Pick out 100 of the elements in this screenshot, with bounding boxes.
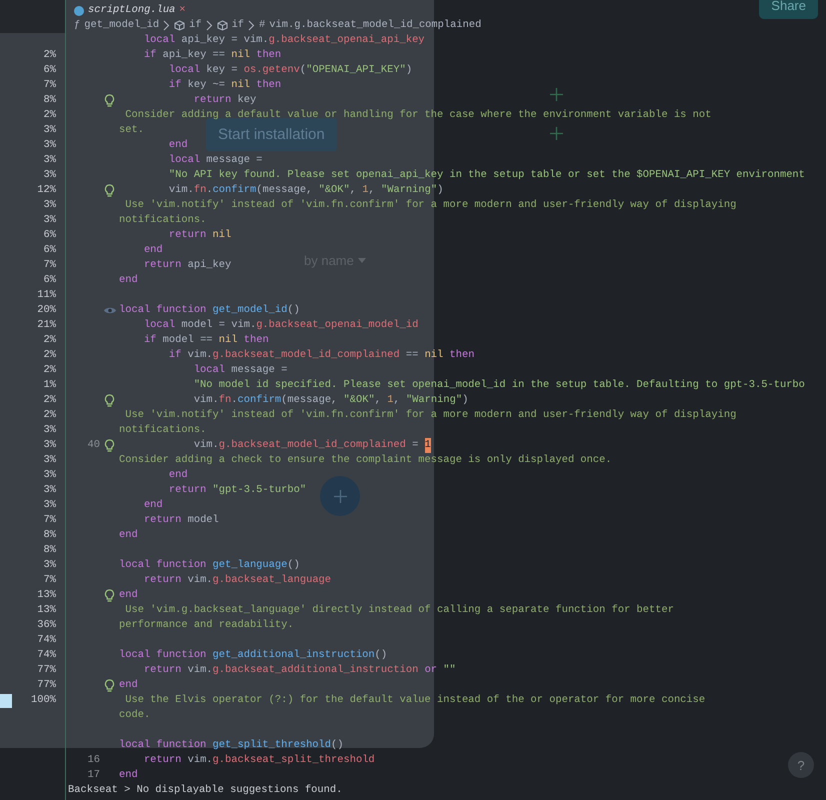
percentage: 3% — [44, 438, 56, 453]
percentage: 2% — [44, 108, 56, 123]
symbol-icon: # — [259, 18, 266, 33]
percentage: 3% — [44, 483, 56, 498]
percentage: 13% — [37, 588, 56, 603]
percentage: 13% — [37, 603, 56, 618]
percentage: 8% — [44, 528, 56, 543]
percentage: 6% — [44, 273, 56, 288]
code-line: if key ~= nil then — [168, 78, 282, 93]
code-line: local key = os.getenv("OPENAI_API_KEY") — [168, 63, 412, 78]
file-tab[interactable]: scriptLong.lua — [88, 3, 176, 18]
cube-icon — [216, 20, 228, 31]
percentage: 3% — [44, 468, 56, 483]
code-line: return vim.g.backseat_language — [142, 573, 332, 588]
percentage: 6% — [44, 228, 56, 243]
lightbulb-icon — [104, 94, 115, 108]
code-line: local function get_additional_instruction() — [119, 648, 388, 663]
code-line: vim.g.backseat_model_id_complained = 1 — [192, 438, 431, 453]
suggestion-text: Use the Elvis operator (?:) for the default value instead of the or operator for more concise — [124, 693, 706, 708]
chevron-icon — [248, 20, 256, 31]
code-line: if vim.g.backseat_model_id_complained == nil then — [168, 348, 474, 363]
suggestion-text: notifications. — [119, 423, 206, 438]
close-icon[interactable]: × — [179, 3, 186, 18]
percentage: 7% — [44, 513, 56, 528]
percentage: 77% — [37, 663, 56, 678]
percentage: 36% — [37, 618, 56, 633]
symbol-icon: ƒ — [74, 18, 80, 33]
percentage: 3% — [44, 498, 56, 513]
suggestion-text: Consider adding a check to ensure the complaint message is only displayed once. — [119, 453, 612, 468]
suggestion-text: Use 'vim.notify' instead of 'vim.fn.confirm' for a more modern and user-friendly way of displaying — [124, 198, 736, 213]
breadcrumb-item[interactable]: vim.g.backseat_model_id_complained — [269, 18, 482, 33]
cube-icon — [174, 20, 186, 31]
suggestion-text: set. — [119, 123, 144, 138]
percentage: 2% — [44, 348, 56, 363]
code-line: end — [119, 528, 138, 543]
percentage: 12% — [37, 183, 56, 198]
lightbulb-icon — [104, 184, 115, 198]
percentage: 21% — [37, 318, 56, 333]
breadcrumb-item[interactable]: if — [232, 18, 244, 33]
plus-icon — [550, 127, 563, 140]
percentage: 8% — [44, 543, 56, 558]
breadcrumb-item[interactable]: get_model_id — [84, 18, 160, 33]
percentage: 11% — [37, 288, 56, 303]
plus-icon — [334, 490, 346, 502]
percentage: 6% — [44, 63, 56, 78]
code-line: return api_key — [142, 258, 232, 273]
line-number: 16 — [86, 753, 100, 768]
code-line: return vim.g.backseat_split_threshold — [142, 753, 375, 768]
lightbulb-icon — [104, 394, 115, 408]
share-button[interactable]: Share — [759, 0, 818, 19]
header-background — [0, 0, 65, 33]
percentage: 3% — [44, 168, 56, 183]
code-line: local message = — [168, 153, 262, 168]
help-button[interactable]: ? — [788, 752, 814, 778]
code-line: end — [168, 138, 188, 153]
code-line: end — [142, 243, 163, 258]
code-line: end — [119, 273, 138, 288]
lightbulb-icon — [104, 438, 115, 452]
plus-icon — [550, 88, 563, 101]
percentage: 6% — [44, 243, 56, 258]
percentage: 3% — [44, 558, 56, 573]
chevron-icon — [163, 20, 170, 31]
percentage: 3% — [44, 453, 56, 468]
percentage: 74% — [37, 648, 56, 663]
eye-icon — [102, 306, 116, 315]
caret-icon — [358, 258, 366, 263]
percentage: 2% — [44, 408, 56, 423]
percentage: 3% — [44, 138, 56, 153]
code-line: if api_key == nil then — [142, 48, 282, 63]
suggestion-text: notifications. — [119, 213, 206, 228]
chevron-icon — [206, 20, 213, 31]
percentage: 74% — [37, 633, 56, 648]
percentage: 7% — [44, 258, 56, 273]
percentage: 2% — [44, 333, 56, 348]
code-line: local function get_language() — [119, 558, 300, 573]
percentage: 2% — [44, 393, 56, 408]
suggestion-text: performance and readability. — [119, 618, 294, 633]
suggestion-text: Use 'vim.notify' instead of 'vim.fn.confirm' for a more modern and user-friendly way of displaying — [124, 408, 736, 423]
percentage: 100% — [31, 693, 56, 708]
percentage: 3% — [44, 198, 56, 213]
code-line: vim.fn.confirm(message, "&OK", 1, "Warning") — [192, 393, 468, 408]
percentage: 1% — [44, 378, 56, 393]
code-line: end — [119, 588, 138, 603]
code-line: local api_key = vim.g.backseat_openai_api_key — [142, 33, 425, 48]
lightbulb-icon — [104, 588, 115, 602]
code-line: return key — [192, 93, 256, 108]
code-line: local function get_split_threshold() — [119, 738, 344, 753]
code-line: "No model id specified. Please set openai_model_id in the setup table. Defaulting to gpt-3.5-turbo — [192, 378, 805, 393]
code-line: return "gpt-3.5-turbo" — [168, 483, 306, 498]
percentage: 2% — [44, 48, 56, 63]
code-line: return vim.g.backseat_additional_instruction or "" — [142, 663, 456, 678]
code-line: local message = — [192, 363, 288, 378]
line-number: 17 — [86, 768, 100, 783]
code-line: vim.fn.confirm(message, "&OK", 1, "Warning") — [168, 183, 444, 198]
code-line: end — [119, 768, 138, 783]
code-line: local function get_model_id() — [119, 303, 300, 318]
breadcrumb-item[interactable]: if — [189, 18, 202, 33]
code-line: return model — [142, 513, 219, 528]
code-line: return nil — [168, 228, 232, 243]
percentage: 77% — [37, 678, 56, 693]
